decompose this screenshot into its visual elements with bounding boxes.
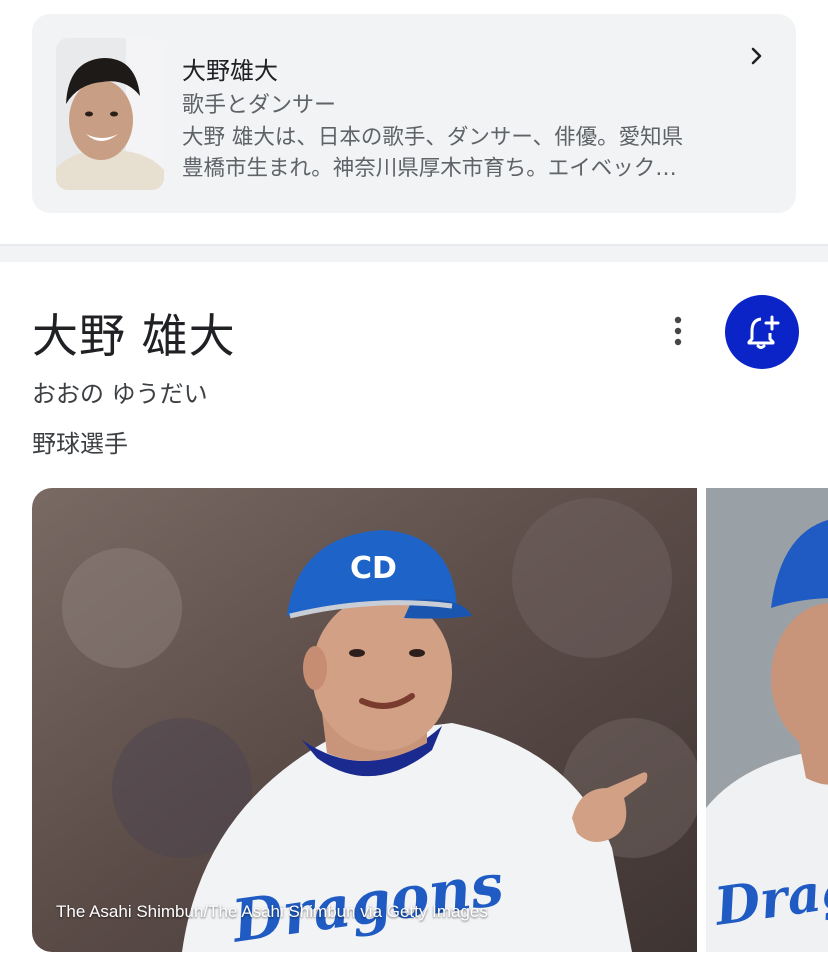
section-divider [0,244,828,262]
description-line: 豊橋市生まれ。神奈川県厚木市育ち。エイベック… [182,156,677,181]
more-vert-icon[interactable] [664,314,692,348]
follow-notify-button[interactable] [725,295,799,369]
chevron-right-icon[interactable] [744,44,768,68]
related-entity-card[interactable]: 大野雄大 歌手とダンサー 大野 雄大は、日本の歌手、ダンサー、俳優。愛知県 豊橋… [32,14,796,213]
singer-thumbnail [56,38,164,190]
related-entity-name: 大野雄大 [182,57,278,85]
player-photo[interactable]: CD Dragons The Asahi Shimbun/The Asahi S… [32,488,697,952]
photo-credit: The Asahi Shimbun/The Asahi Shimbun via … [56,902,488,921]
related-entity-subtitle: 歌手とダンサー [182,93,337,118]
svg-text:CD: CD [350,551,397,586]
entity-title: 大野 雄大 [32,309,236,363]
entity-reading: おおの ゆうだい [32,380,208,408]
player-photo-secondary[interactable]: Drag [706,488,828,952]
related-entity-description: 大野 雄大は、日本の歌手、ダンサー、俳優。愛知県 豊橋市生まれ。神奈川県厚木市育… [182,122,757,184]
description-line: 大野 雄大は、日本の歌手、ダンサー、俳優。愛知県 [182,125,684,150]
bell-plus-icon [747,315,780,349]
entity-occupation: 野球選手 [32,430,128,458]
